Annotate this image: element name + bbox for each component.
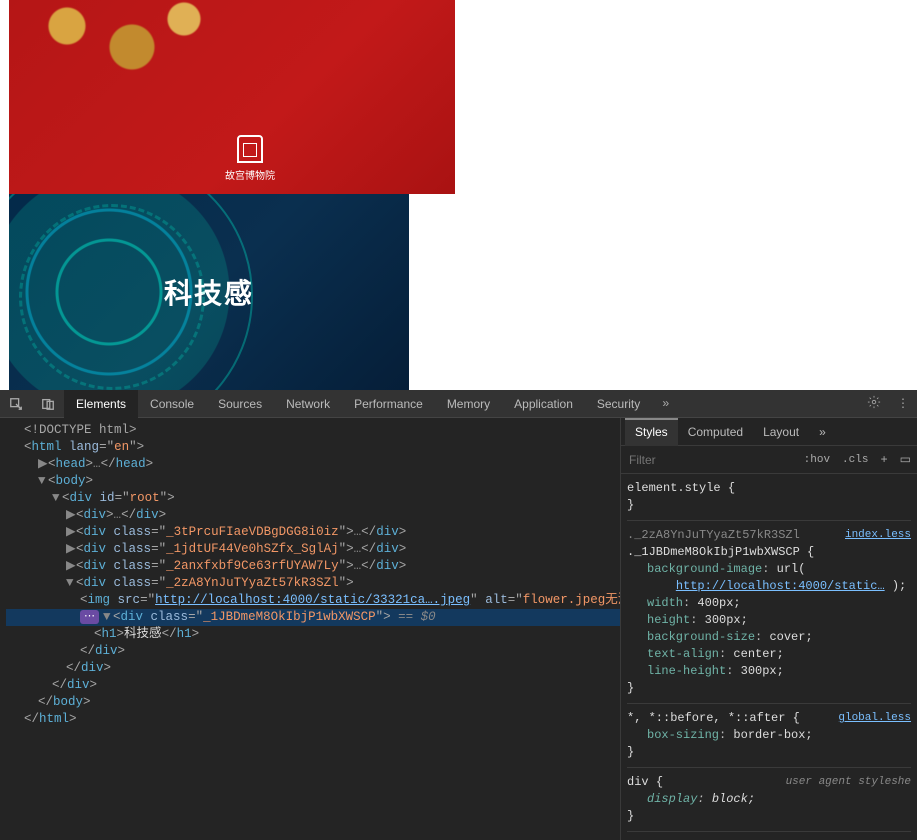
logo-text: 故宫博物院 [225,171,275,182]
dom-line[interactable]: ▼<div class="_2zA8YnJuTYyaZt57kR3SZl"> [6,575,620,592]
dom-line[interactable]: </html> [6,711,620,728]
styles-tab-layout[interactable]: Layout [753,418,809,446]
dom-line[interactable]: </div> [6,660,620,677]
tab-performance[interactable]: Performance [342,390,435,418]
tab-application[interactable]: Application [502,390,585,418]
devtools-panel: Elements Console Sources Network Perform… [0,390,917,789]
dom-line[interactable]: <!DOCTYPE html> [6,422,620,439]
styles-tabs-overflow-icon[interactable]: » [809,418,836,446]
devtools-body: <!DOCTYPE html> <html lang="en"> ▶<head>… [0,418,917,840]
hov-toggle[interactable]: :hov [798,454,836,466]
styles-rules[interactable]: element.style { } index.less ._2zA8YnJuT… [621,474,917,840]
style-rule[interactable]: index.less ._2zA8YnJuTYyaZt57kR3SZl._1JB… [627,525,911,704]
style-rule[interactable]: global.less *, *::before, *::after { box… [627,708,911,768]
page-preview: 故宫博物院 科技感 [0,0,917,390]
source-link: user agent styleshe [786,774,911,791]
styles-filter-input[interactable] [621,453,798,467]
tab-sources[interactable]: Sources [206,390,274,418]
source-link[interactable]: index.less [845,527,911,544]
style-rule[interactable]: user agent styleshe div { display: block… [627,772,911,832]
styles-tabbar: Styles Computed Layout » [621,418,917,446]
dom-line[interactable]: ▶<div>…</div> [6,507,620,524]
device-toggle-icon[interactable] [36,392,60,416]
style-rule[interactable]: element.style { } [627,478,911,521]
styles-tab-computed[interactable]: Computed [678,418,753,446]
dom-line[interactable]: ▶<div class="_2anxfxbf9Ce63rfUYAW7Ly">…<… [6,558,620,575]
tab-network[interactable]: Network [274,390,342,418]
styles-filterbar: :hov .cls + ▭ [621,446,917,474]
tabs-overflow-icon[interactable]: » [652,397,679,411]
blue-banner: 科技感 [9,194,409,390]
dom-line[interactable]: <html lang="en"> [6,439,620,456]
dom-line-selected[interactable]: ⋯▼<div class="_1JBDmeM8OkIbjP1wbXWSCP"> … [6,609,620,626]
dom-line[interactable]: ▼<div id="root"> [6,490,620,507]
devtools-tabbar: Elements Console Sources Network Perform… [0,390,917,418]
new-rule-plus-icon[interactable]: + [874,453,893,467]
settings-gear-icon[interactable] [859,395,889,413]
dom-line[interactable]: ▼<body> [6,473,620,490]
elements-tree[interactable]: <!DOCTYPE html> <html lang="en"> ▶<head>… [0,418,620,840]
red-banner: 故宫博物院 [9,0,455,194]
overflow-badge-icon: ⋯ [80,610,99,624]
inspect-icon[interactable] [4,392,28,416]
dom-line[interactable]: </div> [6,677,620,694]
source-link[interactable]: global.less [838,710,911,727]
styles-more-icon[interactable]: ▭ [894,452,917,467]
logo-mark-icon [237,135,263,163]
museum-logo: 故宫博物院 [225,135,275,182]
styles-tab-styles[interactable]: Styles [625,418,678,446]
tab-elements[interactable]: Elements [64,390,138,418]
dom-line[interactable]: ▶<div class="_3tPrcuFIaeVDBgDGG8i0iz">…<… [6,524,620,541]
dom-line[interactable]: <h1>科技感</h1> [6,626,620,643]
tab-console[interactable]: Console [138,390,206,418]
dom-line[interactable]: ▶<head>…</head> [6,456,620,473]
blue-banner-title: 科技感 [164,272,254,312]
dom-line[interactable]: </div> [6,643,620,660]
tab-memory[interactable]: Memory [435,390,502,418]
dom-line[interactable]: </body> [6,694,620,711]
cls-toggle[interactable]: .cls [836,454,874,466]
dom-line[interactable]: <img src="http://localhost:4000/static/3… [6,592,620,609]
devtools-menu-icon[interactable]: ⋮ [889,396,917,411]
dom-line[interactable]: ▶<div class="_1jdtUF44Ve0hSZfx_SglAj">…<… [6,541,620,558]
styles-sidebar: Styles Computed Layout » :hov .cls + ▭ e… [620,418,917,840]
tab-security[interactable]: Security [585,390,652,418]
